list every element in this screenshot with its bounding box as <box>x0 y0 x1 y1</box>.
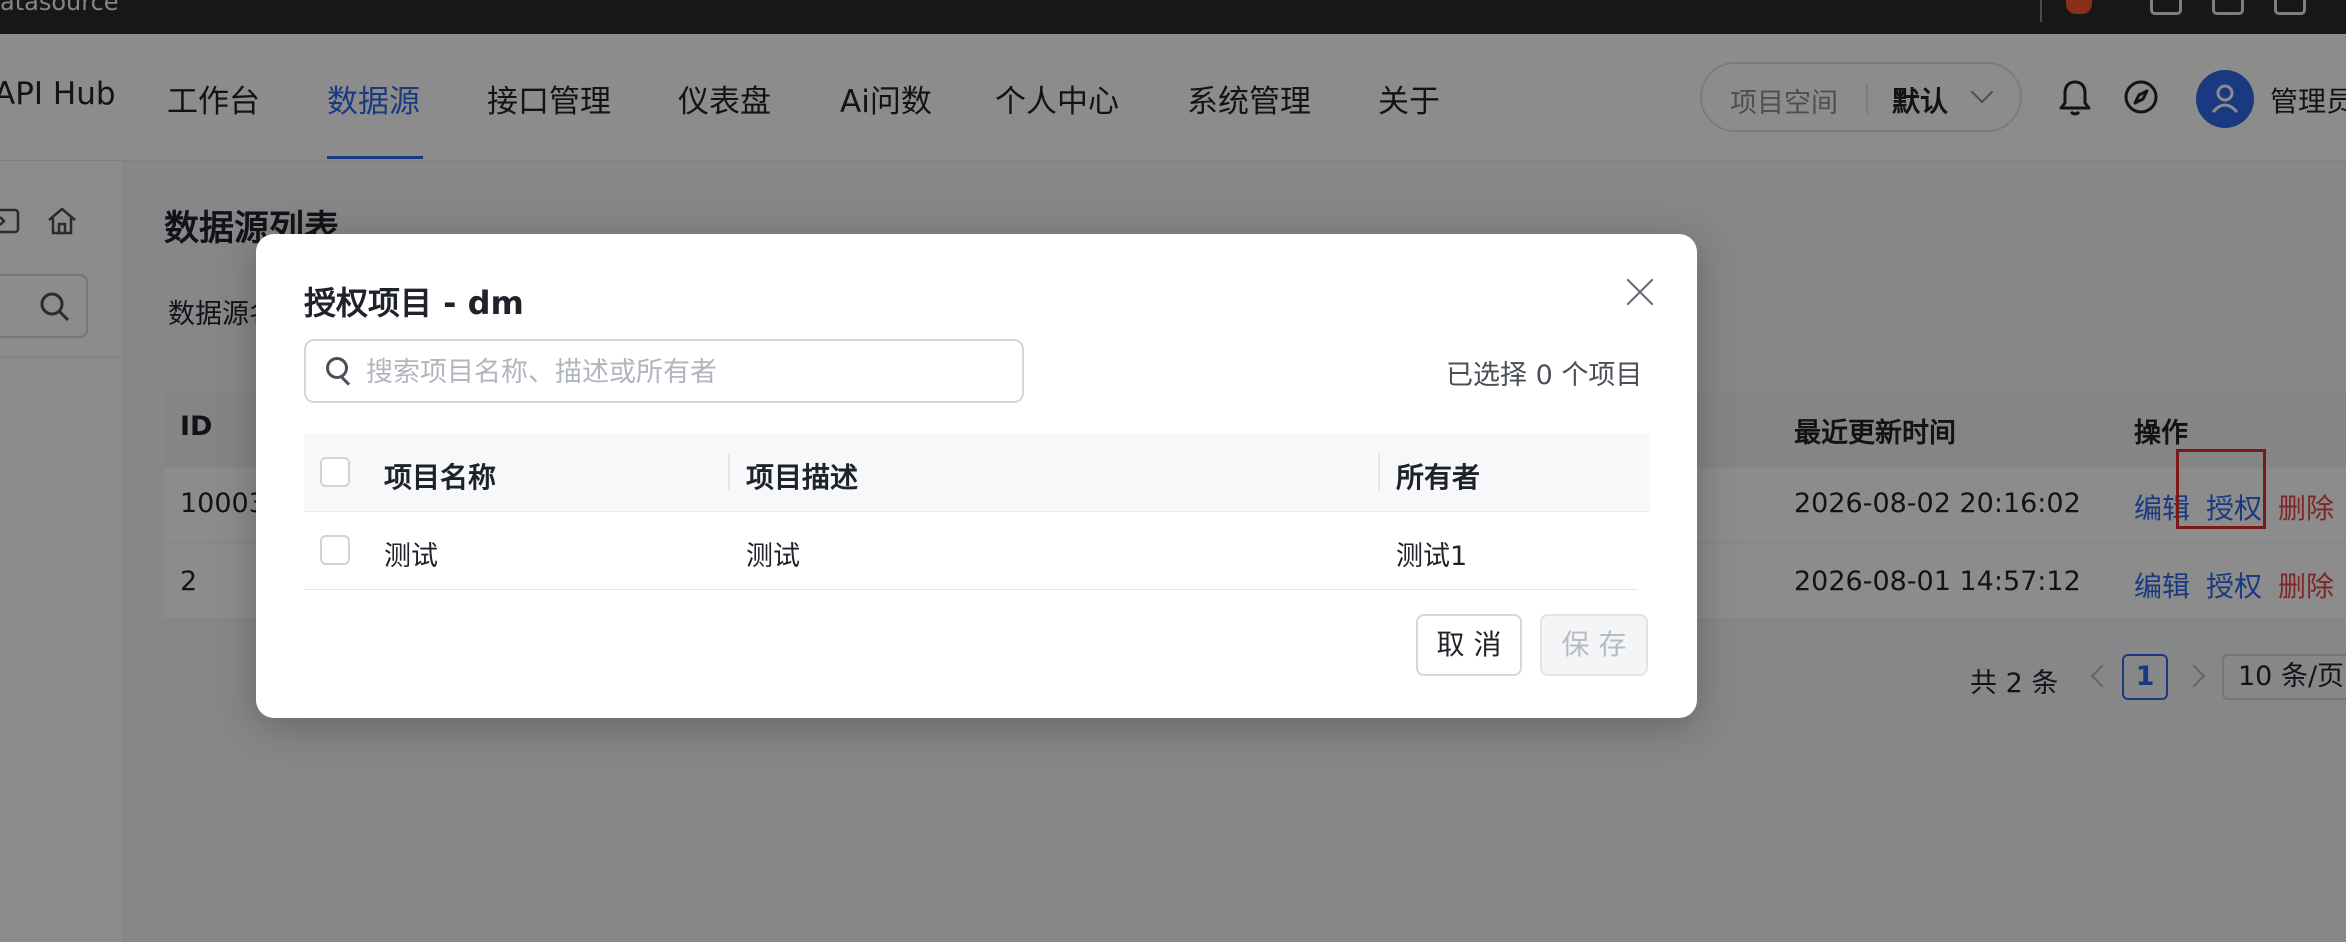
cancel-button[interactable]: 取 消 <box>1416 614 1522 676</box>
project-search-input[interactable] <box>364 349 1008 395</box>
column-separator <box>1378 454 1380 490</box>
column-owner: 所有者 <box>1396 461 1481 494</box>
dialog-title: 授权项目 - dm <box>304 284 524 322</box>
authorize-project-dialog: 授权项目 - dm 已选择 0 个项目 项目名称 项目描述 所有者 测试 测试 … <box>256 234 1697 718</box>
selected-count-text: 已选择 0 个项目 <box>1446 360 1643 391</box>
close-icon[interactable] <box>1622 274 1658 310</box>
row-checkbox[interactable] <box>320 535 350 565</box>
select-all-checkbox[interactable] <box>320 457 350 487</box>
column-project-name: 项目名称 <box>384 461 497 494</box>
project-name-cell: 测试 <box>384 541 438 572</box>
project-owner-cell: 测试1 <box>1396 541 1468 572</box>
row-divider <box>304 589 1638 590</box>
column-project-desc: 项目描述 <box>746 461 859 494</box>
project-desc-cell: 测试 <box>746 541 800 572</box>
column-separator <box>728 454 730 490</box>
search-icon <box>326 357 348 379</box>
save-button[interactable]: 保 存 <box>1540 614 1648 676</box>
project-search-box[interactable] <box>304 339 1024 403</box>
